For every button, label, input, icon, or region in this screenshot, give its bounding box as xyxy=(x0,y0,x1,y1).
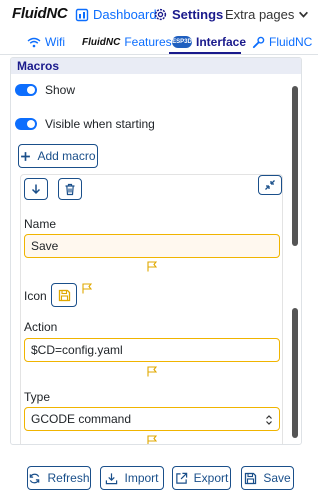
settings-tabs: Wifi FluidNC Features ESP3D Interface Fl… xyxy=(0,31,318,55)
nav-extra-pages[interactable]: Extra pages xyxy=(225,7,309,22)
wifi-icon xyxy=(27,37,41,47)
icon-label: Icon xyxy=(24,289,47,303)
flag-icon xyxy=(82,283,92,294)
type-select[interactable]: GCODE command xyxy=(24,407,280,431)
dashboard-icon xyxy=(75,8,89,21)
collapse-button[interactable] xyxy=(258,175,282,195)
nav-extra-pages-label: Extra pages xyxy=(225,7,295,22)
nav-dashboard-label: Dashboard xyxy=(93,7,157,22)
flag-icon xyxy=(147,366,157,377)
collapse-icon xyxy=(265,180,275,190)
export-button[interactable]: Export xyxy=(172,466,231,490)
import-button[interactable]: Import xyxy=(100,466,164,490)
add-macro-label: Add macro xyxy=(37,149,96,163)
macro-card: Name Save Icon Action $CD=config.yaml Ty… xyxy=(20,174,283,444)
panel-title: Macros xyxy=(11,58,301,74)
chevron-down-icon xyxy=(299,11,309,18)
show-toggle-row: Show xyxy=(15,83,75,97)
wrench-icon xyxy=(252,36,265,48)
import-label: Import xyxy=(124,471,159,485)
show-label: Show xyxy=(45,83,76,97)
save-label: Save xyxy=(263,471,291,485)
save-icon xyxy=(245,472,257,484)
visible-when-starting-toggle[interactable] xyxy=(15,118,37,130)
import-icon xyxy=(106,472,118,484)
scrollbar-thumb[interactable] xyxy=(292,86,298,246)
select-arrows-icon xyxy=(266,415,272,425)
refresh-label: Refresh xyxy=(47,471,90,485)
refresh-button[interactable]: Refresh xyxy=(27,466,91,490)
icon-picker-button[interactable] xyxy=(51,283,77,307)
tab-wifi[interactable]: Wifi xyxy=(27,35,65,49)
refresh-icon xyxy=(30,473,40,483)
export-icon xyxy=(175,472,187,484)
tab-fluidnc-label: FluidNC xyxy=(269,35,313,49)
tab-wifi-label: Wifi xyxy=(45,35,65,49)
nav-dashboard[interactable]: Dashboard xyxy=(75,7,157,22)
tab-features-label: Features xyxy=(124,35,172,49)
trash-icon xyxy=(65,183,75,195)
fluidnc-mini-logo: FluidNC xyxy=(82,36,121,48)
nav-settings[interactable]: Settings xyxy=(153,7,223,22)
name-input[interactable]: Save xyxy=(24,234,280,258)
save-icon xyxy=(58,289,70,301)
export-label: Export xyxy=(193,471,229,485)
scrollbar-thumb-secondary[interactable] xyxy=(292,308,298,438)
flag-icon xyxy=(147,435,157,444)
delete-macro-button[interactable] xyxy=(58,178,82,200)
action-label: Action xyxy=(24,320,58,334)
flag-icon xyxy=(147,261,157,272)
move-down-button[interactable] xyxy=(24,178,48,200)
add-macro-button[interactable]: Add macro xyxy=(18,144,98,168)
show-toggle[interactable] xyxy=(15,84,37,96)
tab-fluidnc[interactable]: FluidNC xyxy=(252,35,312,49)
action-input[interactable]: $CD=config.yaml xyxy=(24,338,280,362)
visible-when-starting-label: Visible when starting xyxy=(45,117,155,131)
tab-interface[interactable]: ESP3D Interface xyxy=(172,35,246,49)
visible-toggle-row: Visible when starting xyxy=(15,117,155,131)
tab-features[interactable]: FluidNC Features xyxy=(82,35,172,49)
type-select-value: GCODE command xyxy=(31,412,132,426)
esp3d-logo: ESP3D xyxy=(172,36,192,48)
gear-icon xyxy=(154,8,167,21)
tab-interface-label: Interface xyxy=(196,35,247,49)
macros-panel: Macros Show Visible when starting Add ma… xyxy=(10,57,302,445)
name-label: Name xyxy=(24,217,57,231)
nav-settings-label: Settings xyxy=(172,7,224,22)
type-label: Type xyxy=(24,390,51,404)
active-tab-indicator xyxy=(169,52,241,54)
plus-icon xyxy=(21,151,31,161)
brand-logo[interactable]: FluidNC xyxy=(12,5,68,22)
top-navbar: FluidNC Dashboard Settings Extra pages xyxy=(0,0,318,31)
save-button[interactable]: Save xyxy=(241,466,294,490)
arrow-down-icon xyxy=(31,184,41,195)
